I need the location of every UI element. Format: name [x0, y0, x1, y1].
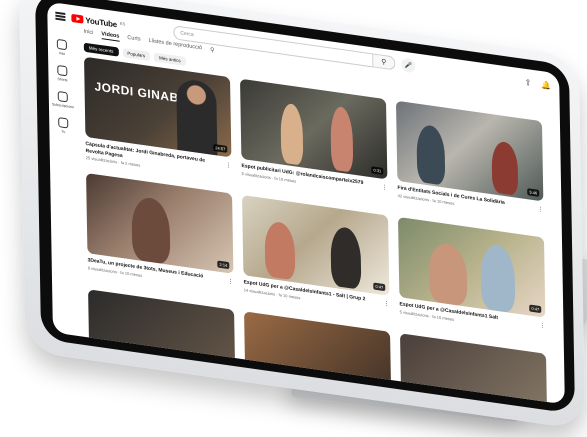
more-options-icon[interactable]: ⋮ [381, 184, 387, 192]
more-options-icon[interactable]: ⋮ [537, 206, 543, 214]
video-card[interactable]: 0:47 Espot UdG per a @CasaldelsInfants1 … [398, 216, 546, 334]
logo-text: YouTube [85, 15, 118, 29]
video-thumbnail[interactable]: 0:47 [398, 216, 546, 318]
video-thumbnail[interactable]: 0:31 [240, 78, 388, 180]
video-duration: 5:46 [527, 188, 540, 197]
chip-oldest[interactable]: Més antics [154, 52, 186, 67]
more-options-icon[interactable]: ⋮ [225, 162, 232, 170]
rail-item-you[interactable]: Tu [49, 116, 77, 136]
thumbnail-person [131, 195, 171, 265]
shorts-icon [57, 64, 68, 77]
subscriptions-icon [57, 90, 68, 103]
tab-home[interactable]: Inici [84, 29, 94, 38]
logo-country-code: ES [119, 20, 126, 27]
video-thumbnail[interactable]: 2:14 [86, 173, 234, 274]
video-thumbnail[interactable]: 5:46 [395, 100, 544, 202]
video-duration: 2:14 [217, 260, 230, 270]
product-photo: YouTube ES Cerca ⚲ 🎤 ⇧ 🔔 Inici Shorts Su… [0, 0, 587, 437]
rail-item-shorts[interactable]: Shorts [48, 64, 76, 84]
bell-icon[interactable]: 🔔 [541, 80, 551, 90]
video-thumbnail[interactable]: 0:47 [242, 194, 390, 296]
video-card[interactable]: 0:47 Espot UdG per a @CasaldelsInfants1 … [242, 194, 390, 312]
chip-popular[interactable]: Populars [122, 48, 151, 62]
thumbnail-person [428, 241, 468, 307]
thumbnail-person [491, 140, 519, 196]
rail-item-subscriptions[interactable]: Subscripcions [49, 90, 77, 110]
video-duration: 0:47 [529, 304, 542, 314]
video-duration: 0:47 [373, 282, 386, 292]
rail-label: Subscripcions [51, 102, 74, 110]
more-options-icon[interactable]: ⋮ [383, 300, 390, 308]
thumbnail-person [330, 225, 362, 290]
home-icon [56, 38, 67, 51]
video-card[interactable]: JORDI GINABREDA 24:57 Càpsula d'actualit… [84, 56, 232, 181]
chip-latest[interactable]: Més recents [83, 42, 119, 57]
tab-videos[interactable]: Vídeos [101, 31, 120, 42]
rail-item-home[interactable]: Inici [48, 38, 76, 58]
thumbnail-person [264, 220, 296, 281]
video-card[interactable]: 5:46 Fira d'Entitats Socials i de Cures … [395, 100, 544, 218]
tab-shorts[interactable]: Curts [127, 35, 140, 45]
rail-label: Tu [61, 129, 66, 135]
thumbnail-person [280, 102, 304, 166]
video-thumbnail[interactable]: JORDI GINABREDA 24:57 [84, 56, 232, 158]
upload-icon[interactable]: ⇧ [525, 77, 532, 87]
search-button[interactable]: ⚲ [373, 53, 396, 71]
more-options-icon[interactable]: ⋮ [539, 322, 545, 330]
rail-label: Inici [58, 51, 66, 57]
thumbnail-person [416, 123, 446, 186]
mic-icon: 🎤 [404, 62, 413, 70]
menu-icon[interactable] [55, 11, 66, 21]
thumbnail-person [176, 77, 218, 156]
voice-search-button[interactable]: 🎤 [401, 57, 416, 74]
channel-search-icon[interactable]: ⚲ [210, 46, 215, 55]
more-options-icon[interactable]: ⋮ [228, 278, 234, 286]
you-icon [58, 117, 69, 129]
left-rail: Inici Shorts Subscripcions Tu [48, 28, 81, 337]
search-icon: ⚲ [381, 58, 387, 67]
youtube-logo[interactable]: YouTube ES [71, 13, 125, 30]
video-card[interactable]: 0:31 Espot publicitari UdG: @rolandcaisc… [240, 78, 388, 196]
video-card[interactable]: 2:14 3DeaTu, un projecte de 3tots, Museu… [86, 173, 234, 290]
header-actions: ⇧ 🔔 [525, 77, 552, 90]
thumbnail-person [330, 105, 354, 173]
rail-label: Shorts [57, 76, 68, 83]
thumbnail-person [480, 242, 516, 314]
youtube-play-icon [71, 13, 84, 24]
video-duration: 0:31 [371, 166, 384, 175]
